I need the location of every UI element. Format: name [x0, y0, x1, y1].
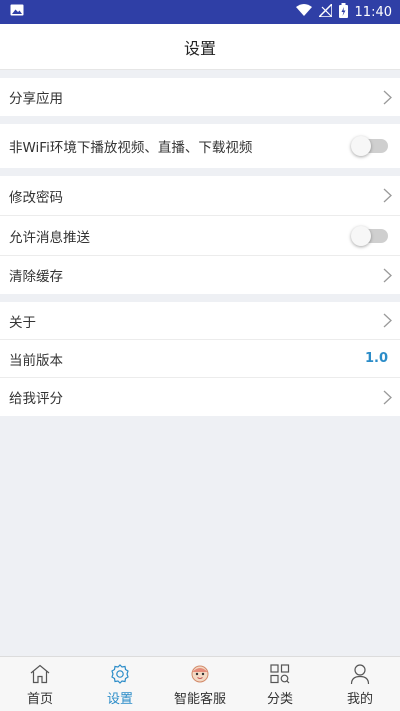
- status-bar: 11:40: [0, 0, 400, 24]
- settings-group-share: 分享应用: [0, 78, 400, 116]
- tab-smart-service-label: 智能客服: [173, 691, 226, 707]
- tab-profile[interactable]: 我的: [325, 662, 395, 707]
- wifi-icon: [295, 4, 312, 20]
- settings-group-account: 修改密码 允许消息推送 清除缓存: [0, 176, 400, 294]
- current-version-row: 当前版本 1.0: [0, 340, 400, 378]
- version-value: 1.0: [364, 351, 388, 366]
- toggle-knob: [351, 136, 371, 156]
- clear-cache-label: 清除缓存: [9, 269, 63, 285]
- tab-category-label: 分类: [266, 691, 293, 707]
- tab-smart-service[interactable]: 智能客服: [165, 662, 235, 707]
- rate-app-row[interactable]: 给我评分: [0, 378, 400, 416]
- push-notifications-toggle[interactable]: [351, 225, 388, 246]
- non-wifi-video-label: 非WiFi环境下播放视频、直播、下载视频: [9, 140, 253, 156]
- chevron-right-icon: [382, 89, 392, 105]
- change-password-label: 修改密码: [9, 189, 63, 206]
- rate-app-label: 给我评分: [9, 391, 63, 407]
- share-app-label: 分享应用: [9, 91, 63, 107]
- about-row[interactable]: 关于: [0, 302, 400, 340]
- tab-profile-label: 我的: [346, 691, 373, 707]
- status-time: 11:40: [354, 4, 392, 20]
- tab-settings[interactable]: 设置: [85, 662, 155, 707]
- toggle-knob: [351, 225, 371, 246]
- settings-group-network: 非WiFi环境下播放视频、直播、下载视频: [0, 124, 400, 168]
- image-notification-icon: [10, 4, 24, 20]
- push-notifications-row: 允许消息推送: [0, 216, 400, 256]
- non-wifi-video-toggle[interactable]: [351, 136, 388, 156]
- settings-icon: [109, 662, 131, 686]
- current-version-label: 当前版本: [9, 352, 63, 369]
- settings-list: 分享应用 非WiFi环境下播放视频、直播、下载视频 修改密码 允许消息推送 清除…: [0, 70, 400, 416]
- chevron-right-icon: [382, 313, 392, 329]
- robot-avatar-icon: [189, 662, 211, 686]
- signal-icon: [316, 1, 333, 21]
- chevron-right-icon: [382, 188, 392, 204]
- tab-home-label: 首页: [26, 691, 53, 707]
- non-wifi-video-row: 非WiFi环境下播放视频、直播、下载视频: [0, 124, 400, 168]
- user-icon: [350, 662, 370, 686]
- battery-charging-icon: [338, 2, 348, 22]
- about-label: 关于: [9, 314, 36, 331]
- page-title: 设置: [183, 38, 216, 58]
- chevron-right-icon: [382, 267, 392, 283]
- clear-cache-row[interactable]: 清除缓存: [0, 256, 400, 294]
- change-password-row[interactable]: 修改密码: [0, 176, 400, 216]
- push-notifications-label: 允许消息推送: [9, 229, 90, 246]
- title-bar: 设置: [0, 24, 400, 70]
- category-grid-icon: [270, 662, 290, 686]
- home-icon: [29, 662, 51, 686]
- share-app-row[interactable]: 分享应用: [0, 78, 400, 116]
- bottom-tab-bar: 首页 设置 智能客服 分类 我的: [0, 656, 400, 711]
- tab-settings-label: 设置: [106, 691, 133, 707]
- tab-home[interactable]: 首页: [5, 662, 75, 707]
- chevron-right-icon: [382, 389, 392, 405]
- tab-category[interactable]: 分类: [245, 662, 315, 707]
- settings-group-info: 关于 当前版本 1.0 给我评分: [0, 302, 400, 416]
